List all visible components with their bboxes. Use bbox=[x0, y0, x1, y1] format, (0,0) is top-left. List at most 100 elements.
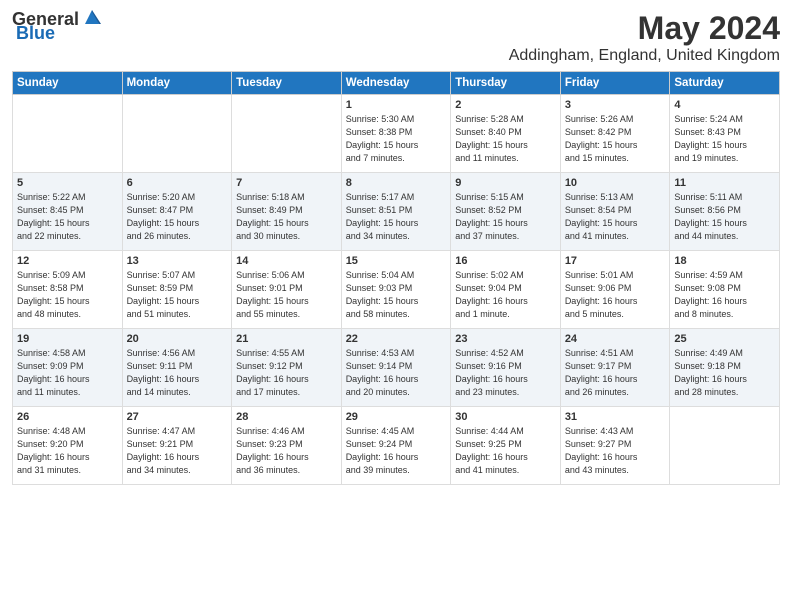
day-number: 23 bbox=[455, 333, 556, 345]
day-number: 24 bbox=[565, 333, 666, 345]
week-row-3: 12 Sunrise: 5:09 AM Sunset: 8:58 PM Dayli… bbox=[13, 251, 780, 329]
calendar-cell: 14Sunrise: 5:06 AM Sunset: 9:01 PM Dayli… bbox=[232, 251, 342, 329]
col-header-saturday: Saturday bbox=[670, 72, 780, 95]
calendar-cell: 16 Sunrise: 5:02 AM Sunset: 9:04 PM Dayli… bbox=[451, 251, 561, 329]
day-info: Sunrise: 5:13 AM Sunset: 8:54 PM Dayligh… bbox=[565, 191, 666, 243]
calendar-cell: 4 Sunrise: 5:24 AM Sunset: 8:43 PM Daylig… bbox=[670, 95, 780, 173]
day-info: Sunrise: 5:26 AM Sunset: 8:42 PM Dayligh… bbox=[565, 113, 666, 165]
day-number: 19 bbox=[17, 333, 118, 345]
day-number: 5 bbox=[17, 177, 118, 189]
week-row-5: 26 Sunrise: 4:48 AM Sunset: 9:20 PM Dayli… bbox=[13, 407, 780, 485]
logo-icon bbox=[81, 6, 103, 28]
col-header-friday: Friday bbox=[560, 72, 670, 95]
day-number: 17 bbox=[565, 255, 666, 267]
col-header-thursday: Thursday bbox=[451, 72, 561, 95]
calendar-cell: 27 Sunrise: 4:47 AM Sunset: 9:21 PM Dayli… bbox=[122, 407, 232, 485]
day-info: Sunrise: 5:24 AM Sunset: 8:43 PM Dayligh… bbox=[674, 113, 775, 165]
day-info: Sunrise: 4:56 AM Sunset: 9:11 PM Dayligh… bbox=[127, 347, 228, 399]
calendar-cell: 15 Sunrise: 5:04 AM Sunset: 9:03 PM Dayli… bbox=[341, 251, 451, 329]
day-number: 14 bbox=[236, 255, 337, 267]
day-info: Sunrise: 4:47 AM Sunset: 9:21 PM Dayligh… bbox=[127, 425, 228, 477]
col-header-wednesday: Wednesday bbox=[341, 72, 451, 95]
day-number: 1 bbox=[346, 99, 447, 111]
day-info: Sunrise: 4:48 AM Sunset: 9:20 PM Dayligh… bbox=[17, 425, 118, 477]
calendar-cell: 12 Sunrise: 5:09 AM Sunset: 8:58 PM Dayli… bbox=[13, 251, 123, 329]
subtitle: Addingham, England, United Kingdom bbox=[509, 47, 780, 65]
day-number: 9 bbox=[455, 177, 556, 189]
calendar-cell: 8 Sunrise: 5:17 AM Sunset: 8:51 PM Daylig… bbox=[341, 173, 451, 251]
day-number: 26 bbox=[17, 411, 118, 423]
calendar-cell: 25 Sunrise: 4:49 AM Sunset: 9:18 PM Dayli… bbox=[670, 329, 780, 407]
day-info: Sunrise: 4:51 AM Sunset: 9:17 PM Dayligh… bbox=[565, 347, 666, 399]
calendar-cell bbox=[670, 407, 780, 485]
day-info: Sunrise: 5:01 AM Sunset: 9:06 PM Dayligh… bbox=[565, 269, 666, 321]
day-info: Sunrise: 5:18 AM Sunset: 8:49 PM Dayligh… bbox=[236, 191, 337, 243]
col-header-tuesday: Tuesday bbox=[232, 72, 342, 95]
calendar-cell: 30Sunrise: 4:44 AM Sunset: 9:25 PM Dayli… bbox=[451, 407, 561, 485]
week-row-1: 1 Sunrise: 5:30 AM Sunset: 8:38 PM Daylig… bbox=[13, 95, 780, 173]
day-number: 10 bbox=[565, 177, 666, 189]
calendar-cell: 11Sunrise: 5:11 AM Sunset: 8:56 PM Dayli… bbox=[670, 173, 780, 251]
day-info: Sunrise: 4:45 AM Sunset: 9:24 PM Dayligh… bbox=[346, 425, 447, 477]
day-info: Sunrise: 5:07 AM Sunset: 8:59 PM Dayligh… bbox=[127, 269, 228, 321]
day-number: 25 bbox=[674, 333, 775, 345]
day-number: 6 bbox=[127, 177, 228, 189]
calendar-cell: 18 Sunrise: 4:59 AM Sunset: 9:08 PM Dayli… bbox=[670, 251, 780, 329]
day-number: 12 bbox=[17, 255, 118, 267]
day-number: 21 bbox=[236, 333, 337, 345]
day-number: 27 bbox=[127, 411, 228, 423]
day-info: Sunrise: 4:46 AM Sunset: 9:23 PM Dayligh… bbox=[236, 425, 337, 477]
day-info: Sunrise: 5:02 AM Sunset: 9:04 PM Dayligh… bbox=[455, 269, 556, 321]
day-number: 18 bbox=[674, 255, 775, 267]
calendar-cell: 20Sunrise: 4:56 AM Sunset: 9:11 PM Dayli… bbox=[122, 329, 232, 407]
calendar-body: 1 Sunrise: 5:30 AM Sunset: 8:38 PM Daylig… bbox=[13, 95, 780, 485]
day-info: Sunrise: 5:30 AM Sunset: 8:38 PM Dayligh… bbox=[346, 113, 447, 165]
day-number: 11 bbox=[674, 177, 775, 189]
day-number: 15 bbox=[346, 255, 447, 267]
day-info: Sunrise: 5:28 AM Sunset: 8:40 PM Dayligh… bbox=[455, 113, 556, 165]
day-number: 3 bbox=[565, 99, 666, 111]
day-number: 22 bbox=[346, 333, 447, 345]
day-info: Sunrise: 4:44 AM Sunset: 9:25 PM Dayligh… bbox=[455, 425, 556, 477]
day-info: Sunrise: 5:09 AM Sunset: 8:58 PM Dayligh… bbox=[17, 269, 118, 321]
calendar-cell: 3 Sunrise: 5:26 AM Sunset: 8:42 PM Daylig… bbox=[560, 95, 670, 173]
day-info: Sunrise: 5:22 AM Sunset: 8:45 PM Dayligh… bbox=[17, 191, 118, 243]
day-info: Sunrise: 4:59 AM Sunset: 9:08 PM Dayligh… bbox=[674, 269, 775, 321]
day-number: 31 bbox=[565, 411, 666, 423]
calendar-cell: 22 Sunrise: 4:53 AM Sunset: 9:14 PM Dayli… bbox=[341, 329, 451, 407]
title-block: May 2024 Addingham, England, United King… bbox=[509, 10, 780, 65]
calendar-cell bbox=[13, 95, 123, 173]
calendar-cell: 24 Sunrise: 4:51 AM Sunset: 9:17 PM Dayli… bbox=[560, 329, 670, 407]
calendar-cell: 10 Sunrise: 5:13 AM Sunset: 8:54 PM Dayli… bbox=[560, 173, 670, 251]
day-info: Sunrise: 4:49 AM Sunset: 9:18 PM Dayligh… bbox=[674, 347, 775, 399]
day-info: Sunrise: 5:04 AM Sunset: 9:03 PM Dayligh… bbox=[346, 269, 447, 321]
day-info: Sunrise: 4:58 AM Sunset: 9:09 PM Dayligh… bbox=[17, 347, 118, 399]
day-number: 13 bbox=[127, 255, 228, 267]
calendar-cell: 5 Sunrise: 5:22 AM Sunset: 8:45 PM Daylig… bbox=[13, 173, 123, 251]
calendar-cell: 19 Sunrise: 4:58 AM Sunset: 9:09 PM Dayli… bbox=[13, 329, 123, 407]
calendar-cell: 23Sunrise: 4:52 AM Sunset: 9:16 PM Dayli… bbox=[451, 329, 561, 407]
day-number: 29 bbox=[346, 411, 447, 423]
day-info: Sunrise: 4:53 AM Sunset: 9:14 PM Dayligh… bbox=[346, 347, 447, 399]
header-row: SundayMondayTuesdayWednesdayThursdayFrid… bbox=[13, 72, 780, 95]
day-info: Sunrise: 5:17 AM Sunset: 8:51 PM Dayligh… bbox=[346, 191, 447, 243]
day-info: Sunrise: 5:15 AM Sunset: 8:52 PM Dayligh… bbox=[455, 191, 556, 243]
calendar-cell: 26 Sunrise: 4:48 AM Sunset: 9:20 PM Dayli… bbox=[13, 407, 123, 485]
day-info: Sunrise: 4:43 AM Sunset: 9:27 PM Dayligh… bbox=[565, 425, 666, 477]
calendar-cell: 31 Sunrise: 4:43 AM Sunset: 9:27 PM Dayli… bbox=[560, 407, 670, 485]
calendar-cell: 7Sunrise: 5:18 AM Sunset: 8:49 PM Daylig… bbox=[232, 173, 342, 251]
calendar-cell: 28 Sunrise: 4:46 AM Sunset: 9:23 PM Dayli… bbox=[232, 407, 342, 485]
day-number: 16 bbox=[455, 255, 556, 267]
main-title: May 2024 bbox=[509, 10, 780, 47]
day-info: Sunrise: 4:55 AM Sunset: 9:12 PM Dayligh… bbox=[236, 347, 337, 399]
logo: General Blue bbox=[12, 10, 103, 42]
page: General Blue May 2024 Addingham, England… bbox=[0, 0, 792, 612]
day-number: 8 bbox=[346, 177, 447, 189]
calendar-header: SundayMondayTuesdayWednesdayThursdayFrid… bbox=[13, 72, 780, 95]
day-number: 2 bbox=[455, 99, 556, 111]
calendar-cell: 2 Sunrise: 5:28 AM Sunset: 8:40 PM Daylig… bbox=[451, 95, 561, 173]
day-number: 28 bbox=[236, 411, 337, 423]
calendar-cell bbox=[122, 95, 232, 173]
day-number: 4 bbox=[674, 99, 775, 111]
col-header-monday: Monday bbox=[122, 72, 232, 95]
